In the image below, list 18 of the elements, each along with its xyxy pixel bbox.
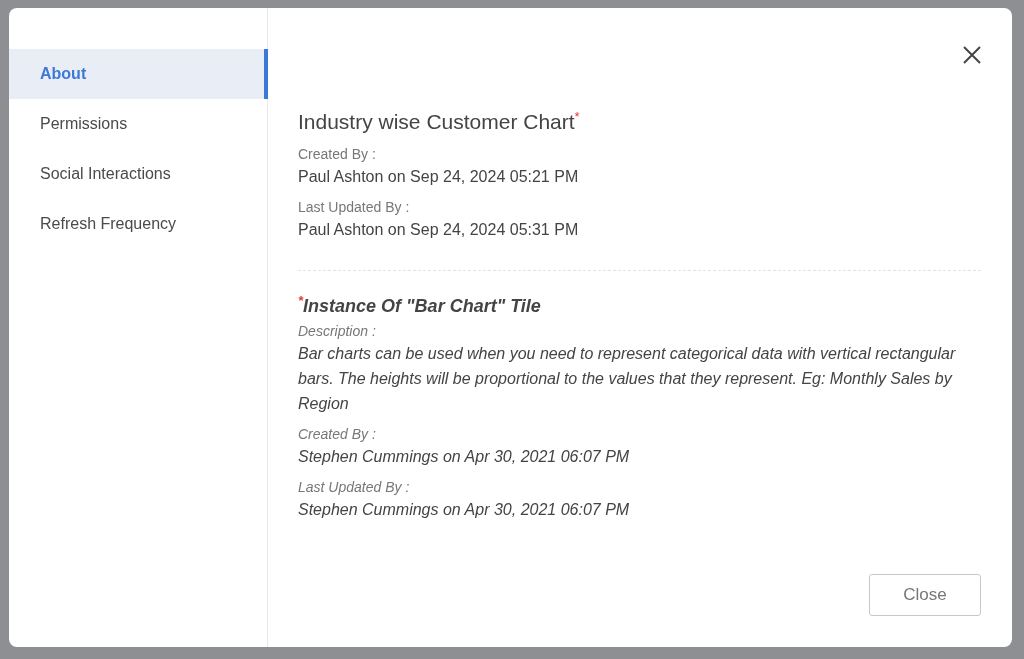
sidebar-tab[interactable]: About — [9, 49, 268, 99]
sidebar-tab[interactable]: Refresh Frequency — [9, 199, 267, 249]
tile-title: $^{*}$Instance Of "Bar Chart" Tile — [298, 293, 542, 317]
close-icon[interactable] — [963, 46, 981, 64]
field-value: Stephen Cummings on Apr 30, 2021 06:07 PM — [298, 500, 631, 520]
field-label: Last Updated By : — [298, 198, 411, 217]
field-value: Paul Ashton on Sep 24, 2024 05:21 PM — [298, 167, 580, 187]
field-label: Created By : — [298, 425, 377, 444]
chart-title: Industry wise Customer Chart$^{*}$ — [298, 109, 581, 134]
sidebar-tab[interactable]: Permissions — [9, 99, 267, 149]
field-label: Last Updated By : — [298, 478, 411, 497]
sidebar-tab[interactable]: Social Interactions — [9, 149, 267, 199]
close-button[interactable]: Close — [869, 574, 981, 616]
field-value: Bar charts can be used when you need to represent categorical data with vertical rectangular bars. The heights will be proportional to the values that they represent. Eg: Monthly Sales by Region — [298, 344, 957, 414]
field-label: Created By : — [298, 145, 377, 164]
field-value: Paul Ashton on Sep 24, 2024 05:31 PM — [298, 220, 580, 240]
field-value: Stephen Cummings on Apr 30, 2021 06:07 PM — [298, 447, 631, 467]
field-label: Description : — [298, 322, 377, 341]
